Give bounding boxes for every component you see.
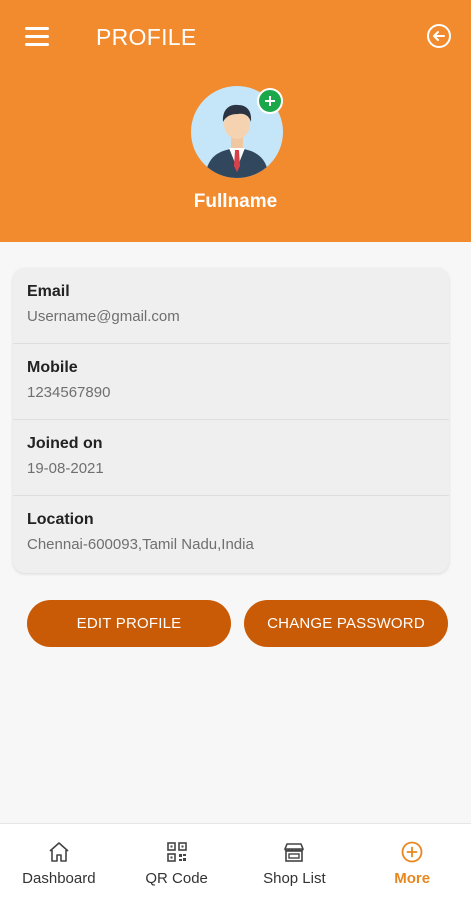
plus-circle-icon	[401, 841, 423, 863]
joined-value: 19-08-2021	[27, 460, 104, 477]
profile-header: PROFILE Fullname	[0, 0, 471, 242]
mobile-label: Mobile	[27, 359, 78, 376]
nav-label-shop-list: Shop List	[263, 870, 326, 887]
location-row: Location Chennai-600093,Tamil Nadu,India	[13, 496, 449, 572]
page-title: PROFILE	[96, 24, 197, 50]
joined-row: Joined on 19-08-2021	[13, 420, 449, 496]
avatar-container	[191, 86, 285, 180]
nav-item-dashboard[interactable]: Dashboard	[0, 824, 118, 900]
joined-label: Joined on	[27, 435, 103, 452]
edit-profile-button[interactable]: EDIT PROFILE	[27, 600, 231, 647]
nav-item-shop-list[interactable]: Shop List	[236, 824, 354, 900]
menu-icon[interactable]	[25, 27, 50, 47]
add-photo-icon[interactable]	[257, 88, 283, 114]
email-label: Email	[27, 283, 70, 300]
profile-info-card: Email Username@gmail.com Mobile 12345678…	[13, 268, 449, 573]
nav-item-qr-code[interactable]: QR Code	[118, 824, 236, 900]
email-row: Email Username@gmail.com	[13, 268, 449, 344]
logout-icon[interactable]	[425, 22, 453, 50]
nav-label-qr-code: QR Code	[145, 870, 208, 887]
home-icon	[49, 842, 69, 862]
location-label: Location	[27, 511, 94, 528]
nav-label-dashboard: Dashboard	[22, 870, 96, 887]
location-value: Chennai-600093,Tamil Nadu,India	[27, 536, 254, 553]
email-value: Username@gmail.com	[27, 308, 180, 325]
qr-code-icon	[166, 842, 187, 862]
nav-label-more: More	[394, 870, 431, 887]
mobile-value: 1234567890	[27, 384, 111, 401]
mobile-row: Mobile 1234567890	[13, 344, 449, 420]
nav-item-more[interactable]: More	[353, 824, 471, 900]
store-icon	[284, 843, 305, 862]
bottom-navigation: Dashboard QR Code Shop List More	[0, 823, 471, 900]
profile-fullname: Fullname	[193, 191, 278, 212]
change-password-button[interactable]: CHANGE PASSWORD	[244, 600, 448, 647]
